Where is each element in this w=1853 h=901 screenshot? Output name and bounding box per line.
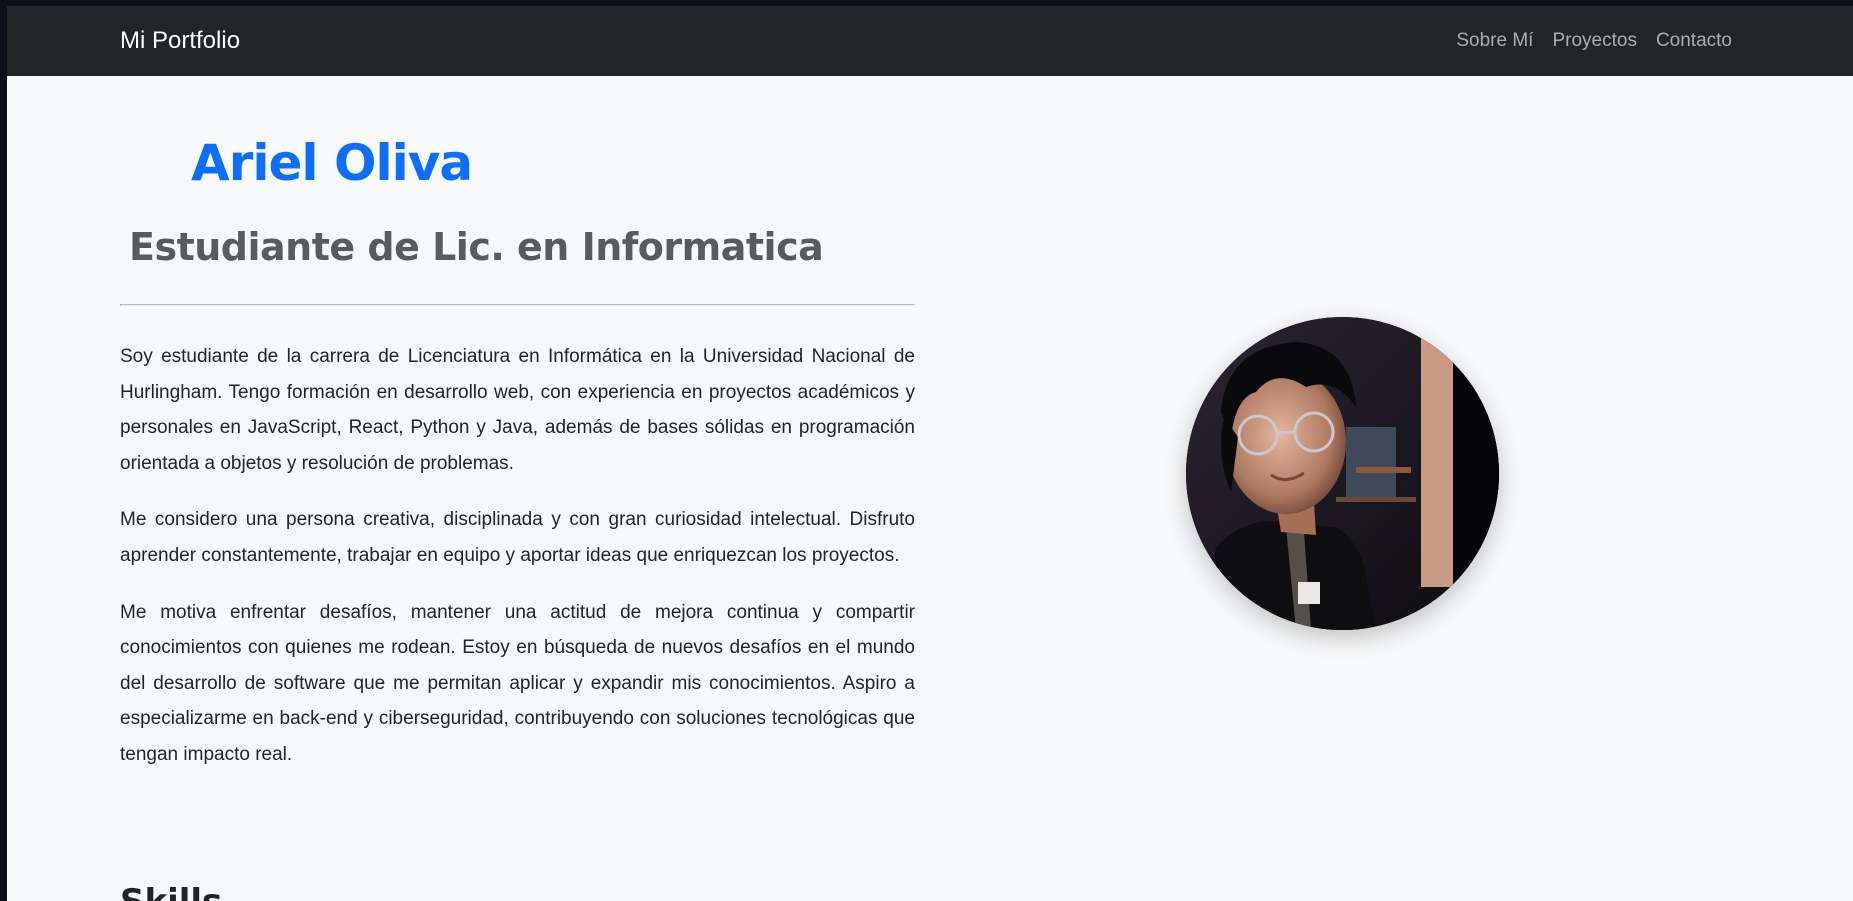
browser-viewport: Mi Portfolio Sobre Mí Proyectos Contacto… — [7, 6, 1853, 901]
bio-paragraph: Me considero una persona creativa, disci… — [120, 509, 915, 566]
skills-heading: Skills — [120, 882, 222, 901]
hero-name: Ariel Oliva — [191, 134, 473, 192]
navbar-brand[interactable]: Mi Portfolio — [120, 27, 240, 55]
hero-subtitle: Estudiante de Lic. en Informatica — [129, 225, 824, 269]
nav-link-proyectos[interactable]: Proyectos — [1552, 30, 1636, 52]
bio-paragraph: Me motiva enfrentar desafíos, mantener u… — [120, 601, 915, 765]
nav-links: Sobre Mí Proyectos Contacto — [1456, 30, 1732, 52]
nav-link-contacto[interactable]: Contacto — [1656, 30, 1732, 52]
bio-text: Soy estudiante de la carrera de Licencia… — [120, 339, 915, 794]
profile-photo-image — [1186, 317, 1499, 630]
section-divider — [120, 304, 915, 306]
profile-photo — [1186, 317, 1499, 630]
nav-link-sobre-mi[interactable]: Sobre Mí — [1456, 30, 1533, 52]
navbar: Mi Portfolio Sobre Mí Proyectos Contacto — [7, 6, 1853, 76]
bio-paragraph: Soy estudiante de la carrera de Licencia… — [120, 346, 915, 474]
